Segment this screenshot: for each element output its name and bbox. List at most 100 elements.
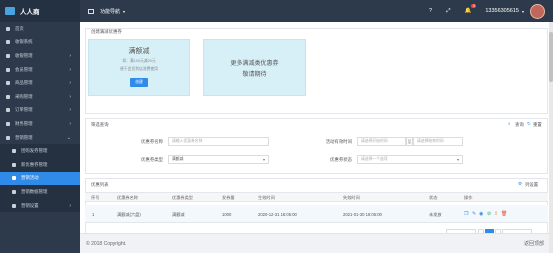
- table-cell: 未发放: [429, 212, 442, 217]
- fullscreen-icon[interactable]: ⤢: [446, 8, 450, 15]
- activity-icon: [12, 176, 16, 181]
- logo-icon: [5, 7, 15, 15]
- more-coming-card: 更多满减类优惠券 敬请期待: [203, 39, 306, 96]
- list-panel-title: 优惠列表: [91, 182, 109, 187]
- member-icon: [6, 67, 10, 72]
- caret-down-icon: ▾: [123, 8, 126, 14]
- view-icon[interactable]: ◉: [479, 211, 483, 217]
- sidebar-subitem-activity[interactable]: 营销活动: [0, 171, 80, 186]
- reset-icon[interactable]: ↻: [527, 121, 531, 127]
- sidebar-item-label: 收银系统: [15, 39, 33, 45]
- card-line: 如：满100元减20元: [122, 59, 156, 63]
- cashier-icon: [6, 40, 10, 45]
- purchase-icon: [6, 94, 10, 99]
- column-settings-icon[interactable]: ⚙: [518, 181, 522, 187]
- full-reduction-card[interactable]: 满额减 如：满100元减20元 便于会员到店消费使用 创建: [88, 39, 190, 96]
- table-cell: 1: [92, 212, 95, 217]
- bell-icon[interactable]: 🔔 9: [464, 4, 477, 14]
- scrollbar[interactable]: [549, 22, 553, 253]
- data-icon: [12, 189, 16, 194]
- sidebar-item-label: 新优惠券管理: [21, 161, 48, 167]
- table-cell: 2020-12-31 16:05:00: [258, 212, 297, 217]
- scrollbar-thumb[interactable]: [549, 32, 553, 82]
- chevron-right-icon: ›: [69, 202, 71, 209]
- coupon-type-label: 优惠券类型: [141, 157, 163, 162]
- card-text: 更多满减类优惠券: [230, 61, 279, 67]
- delete-icon[interactable]: 🗑: [501, 211, 507, 217]
- search-icon[interactable]: ⌕: [508, 121, 511, 126]
- placeholder: 请选择一个选项: [361, 157, 388, 161]
- column-header: 失效时间: [343, 195, 360, 200]
- sidebar-item-label: 财务管理: [15, 120, 33, 126]
- card-text: 敬请期待: [242, 72, 267, 78]
- sidebar-item-order[interactable]: 订单管理 ›: [0, 104, 80, 118]
- coupon-status-select[interactable]: 请选择一个选项 ▾: [357, 155, 463, 164]
- sidebar-item-label: 采购管理: [15, 93, 33, 99]
- search-button[interactable]: 查询: [515, 122, 524, 128]
- sidebar-item-label: 团购发券管理: [21, 148, 48, 154]
- brand[interactable]: 人人商: [0, 0, 80, 22]
- column-header: 序号: [91, 195, 100, 200]
- selected-value: 满额减: [172, 157, 184, 161]
- function-nav-label: 功能导航: [100, 8, 121, 15]
- sidebar-item-goods[interactable]: 商品管理 ›: [0, 76, 80, 90]
- table-cell: 1000: [222, 212, 232, 217]
- cashier-manage-icon: [6, 53, 10, 58]
- coupon-name-label: 优惠券名称: [141, 139, 163, 144]
- chevron-right-icon: ›: [69, 93, 71, 100]
- caret-down-icon[interactable]: ▾: [522, 9, 524, 14]
- column-settings-button[interactable]: 列设置: [525, 182, 538, 188]
- sidebar-item-label: 商品管理: [15, 80, 33, 86]
- avatar[interactable]: [530, 3, 545, 19]
- coupon-type-select[interactable]: 满额减 ▾: [168, 155, 269, 164]
- sidebar-item-member[interactable]: 会员管理 ›: [0, 63, 80, 77]
- sidebar-item-cashier[interactable]: 收银系统: [0, 36, 80, 50]
- valid-date-label: 活动有效时间: [325, 139, 352, 144]
- caret-down-icon: ▾: [262, 157, 265, 162]
- table-cell: 满额减(六盘): [117, 212, 141, 217]
- sidebar-subitem-data[interactable]: 营销数据管理: [0, 185, 80, 199]
- column-header: 操作: [464, 195, 473, 200]
- create-button[interactable]: 创建: [130, 78, 148, 87]
- sidebar-item-label: 首页: [15, 25, 24, 31]
- help-icon[interactable]: ?: [429, 8, 432, 14]
- edit-icon[interactable]: ✎: [472, 211, 476, 217]
- sidebar-item-home[interactable]: 首页: [0, 22, 80, 36]
- placeholder: 请选择开始时间: [361, 139, 388, 143]
- copy-icon[interactable]: ❐: [464, 211, 468, 217]
- sidebar-item-marketing[interactable]: 营销管理 ⌄: [0, 131, 80, 145]
- placeholder: 请选择结束时间: [417, 139, 444, 143]
- sidebar-item-finance[interactable]: 财务管理 ›: [0, 117, 80, 131]
- column-header: 生效时间: [258, 195, 275, 200]
- coupon-status-label: 优惠券状态: [330, 157, 352, 162]
- sidebar-item-label: 营销数据管理: [21, 188, 48, 194]
- username[interactable]: 13356305615: [485, 8, 519, 14]
- reset-button[interactable]: 重置: [533, 122, 542, 128]
- top-bar: 人人商 功能导航 ▾ ? ⤢ 🔔 9 13356305615 ▾: [0, 0, 553, 22]
- sidebar-item-cashier-manage[interactable]: 收银管理 ›: [0, 49, 80, 63]
- table-cell: 2021-01-30 16:05:00: [343, 212, 382, 217]
- chevron-right-icon: ›: [69, 52, 71, 59]
- chevron-right-icon: ›: [69, 66, 71, 73]
- sidebar: 首页 收银系统 收银管理 › 会员管理 › 商品管理 › 采购管理 › 订单管理 › 财务…: [0, 22, 80, 253]
- chevron-down-icon: ⌄: [66, 134, 71, 141]
- card-title: 满额减: [128, 48, 150, 55]
- marketing-icon: [6, 135, 10, 140]
- copyright: © 2018 Copyright.: [86, 240, 127, 247]
- sidebar-subitem-settings[interactable]: 营销设置 ›: [0, 198, 80, 213]
- start-date-input[interactable]: 请选择开始时间: [357, 137, 406, 146]
- end-date-input[interactable]: 请选择结束时间: [413, 137, 463, 146]
- sidebar-subitem-groupbuy[interactable]: 团购发券管理: [0, 144, 80, 158]
- share-icon[interactable]: ⇪: [494, 211, 498, 217]
- column-header: 优惠券类型: [172, 195, 193, 200]
- column-header: 发券量: [222, 195, 235, 200]
- sidebar-item-purchase[interactable]: 采购管理 ›: [0, 90, 80, 104]
- footer: © 2018 Copyright. 返回顶部: [80, 233, 553, 253]
- settings-icon: [12, 203, 16, 208]
- function-nav-menu[interactable]: 功能导航 ▾: [88, 8, 125, 15]
- notification-badge: 9: [471, 4, 477, 8]
- sidebar-item-label: 营销活动: [21, 175, 39, 181]
- sidebar-subitem-coupon[interactable]: 新优惠券管理: [0, 157, 80, 172]
- link-icon[interactable]: ⊘: [487, 211, 491, 217]
- coupon-name-input[interactable]: 请输入优惠券名称: [168, 137, 269, 146]
